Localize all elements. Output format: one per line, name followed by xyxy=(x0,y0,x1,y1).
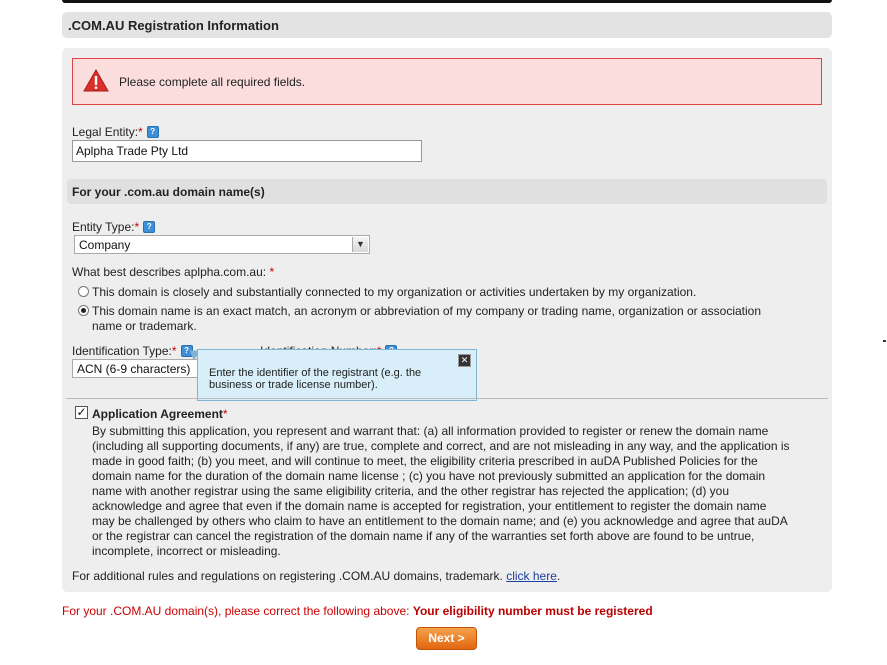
legal-entity-input[interactable] xyxy=(72,140,422,162)
help-icon[interactable]: ? xyxy=(146,126,159,138)
entity-type-select[interactable]: Company ▼ xyxy=(74,235,370,254)
help-tooltip: Enter the identifier of the registrant (… xyxy=(197,349,477,401)
describes-option-2: This domain name is an exact match, an a… xyxy=(92,304,812,334)
required-mark: * xyxy=(138,125,143,139)
required-mark: * xyxy=(222,407,228,421)
describes-radio-1[interactable] xyxy=(78,286,89,297)
identification-type-label: Identification Type:*? xyxy=(72,344,193,358)
domain-subheader: For your .com.au domain name(s) xyxy=(67,179,827,204)
rules-text: For additional rules and regulations on … xyxy=(72,569,503,583)
next-button[interactable]: Next > xyxy=(416,627,477,650)
required-mark: * xyxy=(134,220,140,234)
required-mark: * xyxy=(171,344,177,358)
legal-entity-label: Legal Entity:*? xyxy=(72,125,159,139)
edge-mark xyxy=(883,340,886,342)
describes-label-text: What best describes aplpha.com.au: xyxy=(72,265,267,279)
help-icon[interactable]: ? xyxy=(143,221,156,233)
click-here-link[interactable]: click here xyxy=(506,569,557,583)
error-alert: Please complete all required fields. xyxy=(72,58,822,105)
required-mark: * xyxy=(269,265,275,279)
divider xyxy=(66,398,828,399)
close-icon[interactable]: ✕ xyxy=(458,354,471,367)
rules-end: . xyxy=(556,569,561,583)
section-title: .COM.AU Registration Information xyxy=(68,18,279,33)
warning-icon xyxy=(83,69,109,92)
entity-type-label: Entity Type:*? xyxy=(72,220,156,234)
identification-type-value: ACN (6-9 characters) xyxy=(77,362,191,376)
describes-option-1: This domain is closely and substantially… xyxy=(92,285,697,299)
section-header: .COM.AU Registration Information xyxy=(62,12,832,38)
describes-label: What best describes aplpha.com.au: * xyxy=(72,265,274,279)
alert-message: Please complete all required fields. xyxy=(119,75,306,89)
agreement-body: By submitting this application, you repr… xyxy=(92,424,790,558)
identification-type-select[interactable]: ACN (6-9 characters) xyxy=(72,359,212,378)
agreement-checkbox[interactable]: ✓ xyxy=(75,406,88,419)
identification-type-label-text: Identification Type: xyxy=(72,344,172,358)
describes-option-2-line2: name or trademark. xyxy=(92,319,197,333)
top-border xyxy=(62,0,832,3)
entity-type-label-text: Entity Type: xyxy=(72,220,135,234)
error-prefix: For your .COM.AU domain(s), please corre… xyxy=(62,604,410,618)
agreement-title: Application Agreement* xyxy=(92,407,228,421)
describes-option-2-line1: This domain name is an exact match, an a… xyxy=(92,304,761,318)
legal-entity-label-text: Legal Entity: xyxy=(72,125,139,139)
tooltip-text: Enter the identifier of the registrant (… xyxy=(209,367,422,391)
entity-type-value: Company xyxy=(79,238,131,252)
chevron-down-icon[interactable]: ▼ xyxy=(352,237,368,252)
domain-section-title: For your .com.au domain name(s) xyxy=(72,185,265,199)
rules-line: For additional rules and regulations on … xyxy=(72,569,560,583)
eligibility-error: For your .COM.AU domain(s), please corre… xyxy=(62,604,653,618)
error-message: Your eligibility number must be register… xyxy=(412,604,653,618)
describes-radio-2[interactable] xyxy=(78,305,89,316)
agreement-title-text: Application Agreement xyxy=(92,407,223,421)
